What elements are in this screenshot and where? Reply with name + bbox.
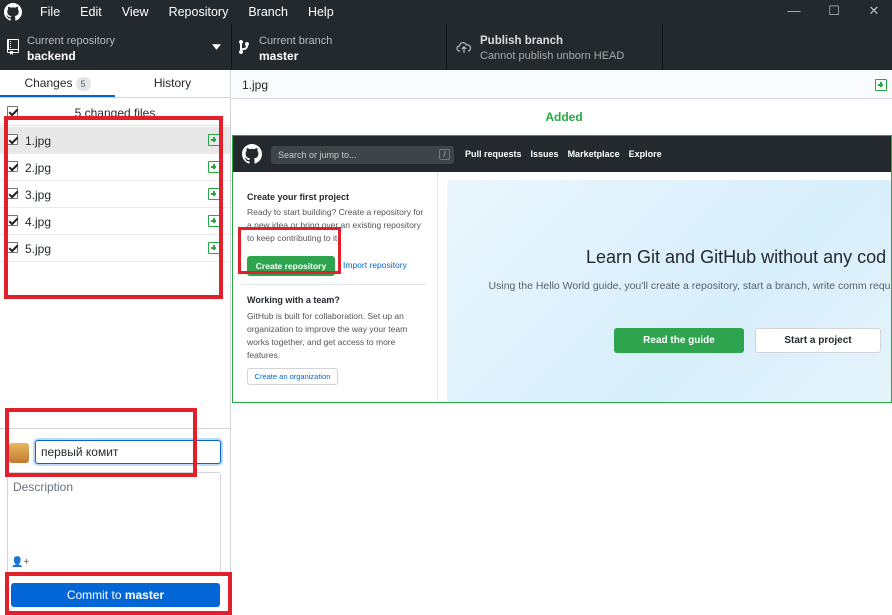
highlight-summary — [5, 408, 197, 477]
description-placeholder: Description — [13, 480, 74, 494]
preview-first-project-title: Create your first project — [247, 192, 350, 202]
highlight-files — [4, 116, 223, 299]
cloud-upload-icon — [456, 42, 472, 53]
preview-search-key: / — [439, 149, 450, 160]
menu-repository[interactable]: Repository — [159, 0, 239, 24]
preview-team-title: Working with a team? — [247, 295, 340, 305]
current-branch-button[interactable]: Current branch master — [232, 24, 447, 70]
highlight-commit — [5, 572, 232, 615]
added-icon — [875, 79, 887, 91]
diff-file-name: 1.jpg — [242, 78, 269, 92]
menu-file[interactable]: File — [30, 0, 70, 24]
preview-create-org: Create an organization — [247, 368, 338, 385]
current-repository-button[interactable]: Current repository backend — [0, 24, 232, 70]
preview-left-panel: Create your first project Ready to start… — [233, 172, 438, 402]
tab-changes[interactable]: Changes 5 — [0, 70, 115, 97]
diff-header: 1.jpg — [232, 70, 892, 99]
diff-status: Added — [545, 110, 583, 124]
preview-nav-item: Issues — [530, 149, 559, 159]
preview-github-header: Search or jump to... / Pull requests Iss… — [233, 136, 891, 172]
preview-nav: Pull requests Issues Marketplace Explore — [465, 136, 671, 172]
preview-team-text: GitHub is built for collaboration. Set u… — [247, 311, 408, 360]
menu-branch[interactable]: Branch — [238, 0, 298, 24]
changes-count-badge: 5 — [75, 77, 91, 91]
menu-bar: File Edit View Repository Branch Help — [30, 0, 344, 24]
publish-branch-button[interactable]: Publish branch Cannot publish unborn HEA… — [447, 24, 663, 70]
preview-nav-item: Marketplace — [567, 149, 620, 159]
github-logo-icon — [242, 144, 262, 164]
preview-read-guide: Read the guide — [614, 328, 744, 353]
branch-value: master — [259, 49, 299, 63]
minimize-icon[interactable]: — — [776, 0, 812, 24]
toolbar: Current repository backend Current branc… — [0, 24, 892, 70]
preview-search: Search or jump to... / — [271, 146, 454, 164]
tab-changes-label: Changes — [24, 76, 73, 90]
preview-search-placeholder: Search or jump to... — [278, 150, 357, 160]
publish-sub: Cannot publish unborn HEAD — [480, 50, 625, 62]
preview-nav-item: Explore — [628, 149, 662, 159]
menu-view[interactable]: View — [112, 0, 159, 24]
chevron-down-icon — [212, 44, 221, 50]
highlight-create-repo — [238, 227, 341, 274]
preview-import-repo: Import repository — [343, 260, 407, 270]
preview-divider — [241, 284, 426, 285]
diff-view: 1.jpg Added Search or jump to... / Pull … — [232, 70, 892, 615]
sidebar-tabs: Changes 5 History — [0, 70, 230, 98]
maximize-icon[interactable]: ☐ — [816, 0, 852, 24]
close-icon[interactable]: ✕ — [856, 0, 892, 24]
preview-hero-subtitle: Using the Hello World guide, you'll crea… — [488, 280, 892, 292]
repo-icon — [7, 39, 19, 55]
repo-value: backend — [27, 49, 76, 63]
menu-help[interactable]: Help — [298, 0, 344, 24]
title-bar: File Edit View Repository Branch Help — … — [0, 0, 892, 24]
branch-label: Current branch — [259, 35, 333, 47]
github-logo-icon — [4, 3, 22, 21]
tab-history[interactable]: History — [115, 70, 230, 97]
repo-label: Current repository — [27, 35, 116, 47]
preview-nav-item: Pull requests — [465, 149, 522, 159]
branch-icon — [239, 39, 249, 54]
preview-hero: Learn Git and GitHub without any cod Usi… — [447, 180, 892, 402]
publish-label: Publish branch — [480, 35, 564, 47]
menu-edit[interactable]: Edit — [70, 0, 112, 24]
tab-history-label: History — [153, 76, 192, 90]
preview-hero-title: Learn Git and GitHub without any cod — [586, 247, 887, 267]
commit-description-field[interactable]: Description — [7, 472, 221, 574]
preview-start-project: Start a project — [755, 328, 881, 353]
add-coauthor-icon[interactable]: 👤+ — [11, 557, 29, 568]
